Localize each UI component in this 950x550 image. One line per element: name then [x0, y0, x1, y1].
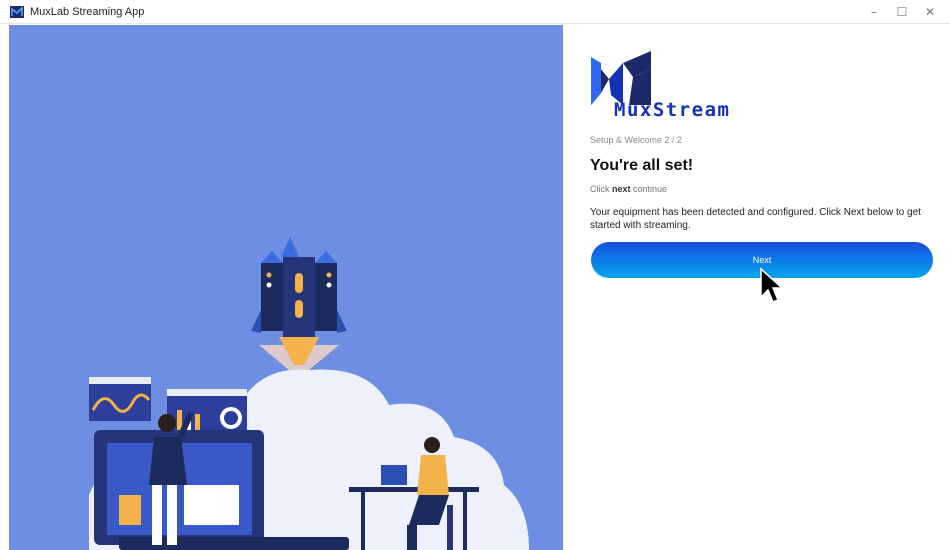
mouse-pointer-icon [760, 267, 783, 303]
app-icon [10, 5, 24, 18]
logo-text: MuxStream [614, 99, 731, 121]
instruction-hint: Click next continue [590, 184, 667, 194]
welcome-illustration [9, 25, 563, 550]
minimize-button[interactable]: – [860, 5, 888, 19]
close-button[interactable]: ✕ [916, 5, 944, 19]
setup-description: Your equipment has been detected and con… [590, 207, 921, 231]
window-titlebar: MuxLab Streaming App – ☐ ✕ [0, 0, 950, 24]
setup-panel: MuxStream Setup & Welcome 2 / 2 You're a… [563, 25, 950, 550]
next-button-label: Next [752, 255, 772, 265]
hint-keyword: next [612, 184, 631, 194]
window-controls: – ☐ ✕ [860, 0, 944, 24]
hint-prefix: Click [590, 184, 612, 194]
hint-suffix: continue [630, 184, 668, 194]
rocket-icon [251, 237, 347, 337]
maximize-button[interactable]: ☐ [888, 5, 916, 19]
window-title: MuxLab Streaming App [30, 5, 145, 18]
page-title: You're all set! [590, 157, 694, 174]
step-indicator: Setup & Welcome 2 / 2 [590, 135, 682, 145]
